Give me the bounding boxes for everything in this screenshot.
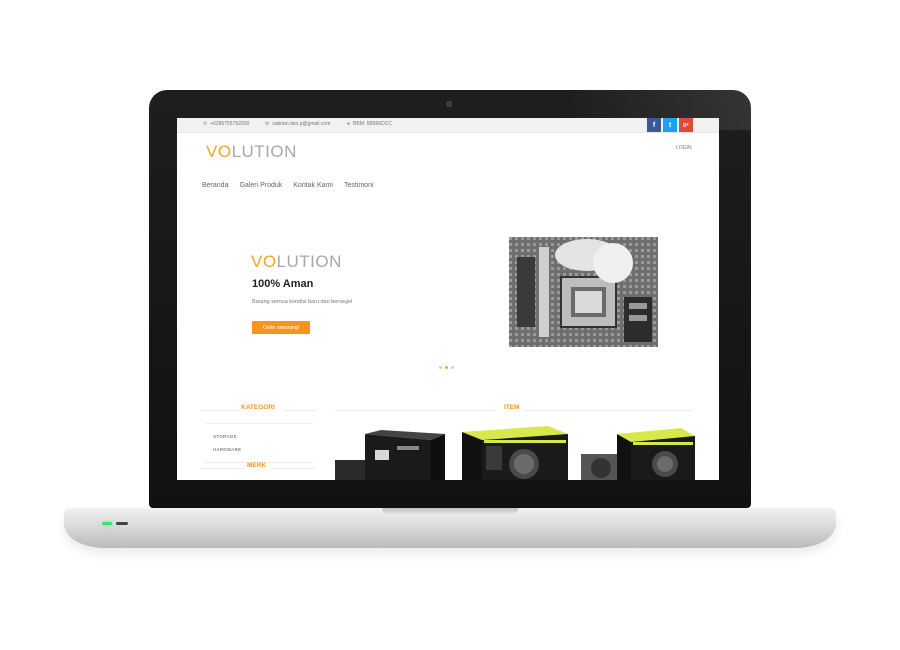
cpu-socket-photo <box>509 237 658 347</box>
category-hardware[interactable]: HARDWARE <box>213 447 241 452</box>
bbm-pin: BBM: 5B566DCC <box>353 121 392 127</box>
slider-dots <box>439 366 454 369</box>
main-nav: Beranda Galeri Produk Kontak Kami Testim… <box>202 182 385 189</box>
website-screen: ✆ +6285755792000 ✉ sabrian.den.p@gmail.c… <box>177 118 719 480</box>
logo-rest: LUTION <box>231 142 297 161</box>
hero-logo: VOLUTION <box>251 252 342 272</box>
email-address[interactable]: sabrian.den.p@gmail.com <box>272 121 330 127</box>
category-list <box>205 423 313 463</box>
divider <box>523 410 693 411</box>
divider <box>201 410 239 411</box>
divider <box>335 410 495 411</box>
hero-title: 100% Aman <box>252 278 314 290</box>
product-image-1[interactable] <box>335 430 447 480</box>
product-image-2[interactable] <box>460 424 570 480</box>
hero-logo-rest: LUTION <box>276 252 342 271</box>
laptop-base <box>64 508 836 548</box>
phone-icon: ✆ <box>203 121 208 127</box>
divider <box>271 468 315 469</box>
kategori-heading: KATEGORI <box>241 404 275 411</box>
category-storage[interactable]: STORAGE <box>213 434 237 439</box>
product-image-3[interactable] <box>581 424 697 480</box>
top-info-bar: ✆ +6285755792000 ✉ sabrian.den.p@gmail.c… <box>177 118 719 133</box>
nav-item-beranda[interactable]: Beranda <box>202 182 228 189</box>
mail-icon: ✉ <box>265 121 270 127</box>
slider-dot-2[interactable] <box>445 366 448 369</box>
phone-number: +6285755792000 <box>210 121 250 127</box>
email-info[interactable]: ✉ sabrian.den.p@gmail.com <box>265 121 330 127</box>
merk-heading: MERK <box>247 462 267 469</box>
site-logo[interactable]: VOLUTION <box>206 142 297 162</box>
chat-icon: ● <box>347 121 351 127</box>
divider <box>201 468 245 469</box>
status-led <box>116 522 128 525</box>
login-link[interactable]: LOGIN <box>676 145 692 151</box>
nav-item-kontak-kami[interactable]: Kontak Kami <box>293 182 333 189</box>
twitter-icon[interactable]: t <box>663 118 677 132</box>
divider <box>283 410 317 411</box>
item-heading: ITEM <box>504 404 520 411</box>
bbm-info: ● BBM: 5B566DCC <box>347 121 392 127</box>
phone-info: ✆ +6285755792000 <box>203 121 249 127</box>
power-led <box>102 522 112 525</box>
base-notch <box>382 508 518 514</box>
nav-item-galeri-produk[interactable]: Galeri Produk <box>239 182 282 189</box>
slider-dot-3[interactable] <box>451 366 454 369</box>
order-now-button[interactable]: Order sekarang! <box>252 321 310 334</box>
camera-icon <box>446 101 452 107</box>
logo-accent: VO <box>206 142 232 161</box>
google-plus-icon[interactable]: g+ <box>679 118 693 132</box>
facebook-icon[interactable]: f <box>647 118 661 132</box>
hero-logo-accent: VO <box>251 252 277 271</box>
slider-dot-1[interactable] <box>439 366 442 369</box>
hero-subtitle: Barang semua kondisi baru dan bersegel <box>252 299 353 305</box>
nav-item-testimoni[interactable]: Testimoni <box>344 182 374 189</box>
